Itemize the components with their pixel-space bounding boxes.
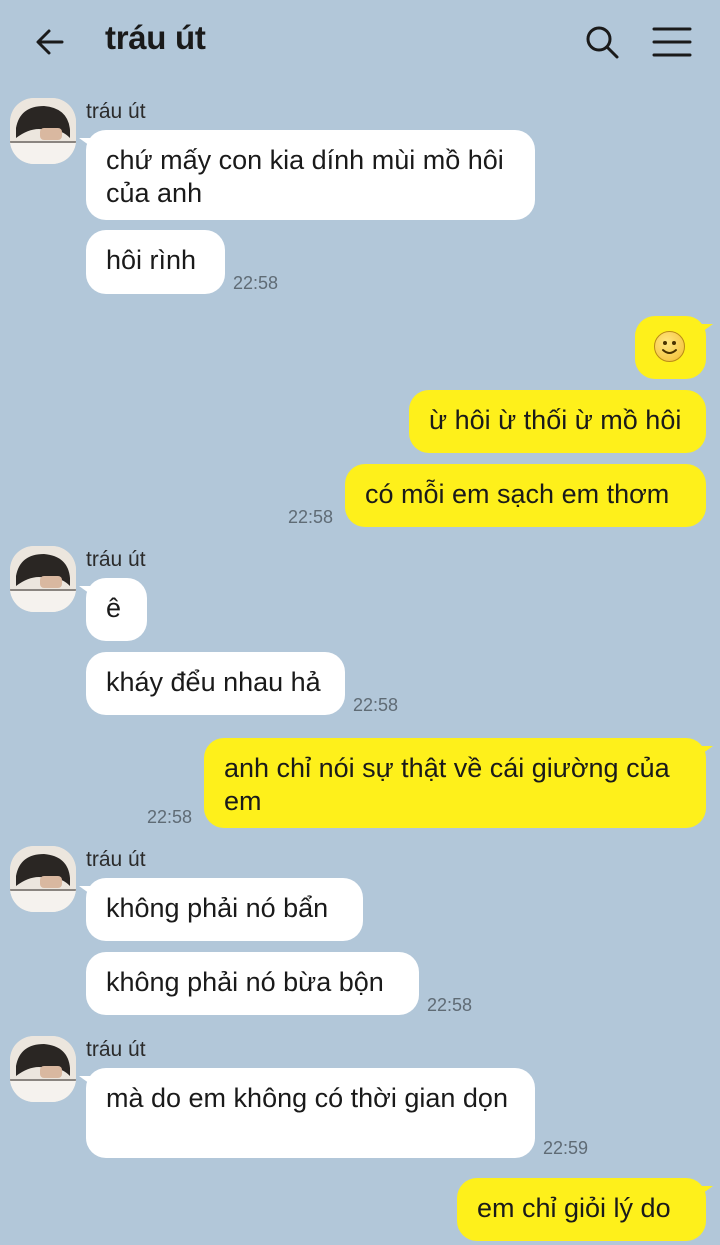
message-time: 22:58 [427,995,473,1015]
chat-header: tráu út [0,0,720,82]
avatar[interactable] [10,1036,76,1102]
message-time: 22:58 [147,807,193,827]
search-icon[interactable] [582,22,622,62]
message-time: 22:58 [353,695,399,715]
message-time: 22:58 [233,273,279,293]
smiling-face-emoji [654,331,685,362]
message-time: 22:58 [288,507,334,527]
sender-name: tráu út [86,548,146,571]
message-time: 22:59 [543,1138,589,1158]
message-bubble[interactable]: chứ mấy con kia dính mùi mồ hôi của anh [79,130,535,220]
sender-name: tráu út [86,848,146,871]
arrow-left-icon[interactable] [30,22,70,62]
avatar[interactable] [10,846,76,912]
message-bubble[interactable]: ê [79,578,147,641]
avatar[interactable] [10,546,76,612]
message-bubble[interactable]: hôi rình [86,230,225,294]
sender-name: tráu út [86,100,146,123]
sender-name: tráu út [86,1038,146,1061]
message-bubble[interactable]: không phải nó bừa bộn [86,952,419,1015]
message-bubble[interactable]: ừ hôi ừ thối ừ mồ hôi [409,390,706,453]
message-bubble[interactable]: có mỗi em sạch em thơm [345,464,706,527]
avatar[interactable] [10,98,76,164]
message-bubble[interactable]: mà do em không có thời gian dọn [79,1068,535,1158]
message-bubble[interactable]: em chỉ giỏi lý do [457,1178,713,1241]
hamburger-menu-icon[interactable] [650,22,694,62]
message-bubble[interactable]: kháy đểu nhau hả [86,652,345,715]
chat-title: tráu út [105,19,206,56]
message-bubble[interactable]: anh chỉ nói sự thật về cái giường của em [204,738,713,828]
message-bubble[interactable]: không phải nó bẩn [79,878,363,941]
message-bubble[interactable] [635,316,713,379]
